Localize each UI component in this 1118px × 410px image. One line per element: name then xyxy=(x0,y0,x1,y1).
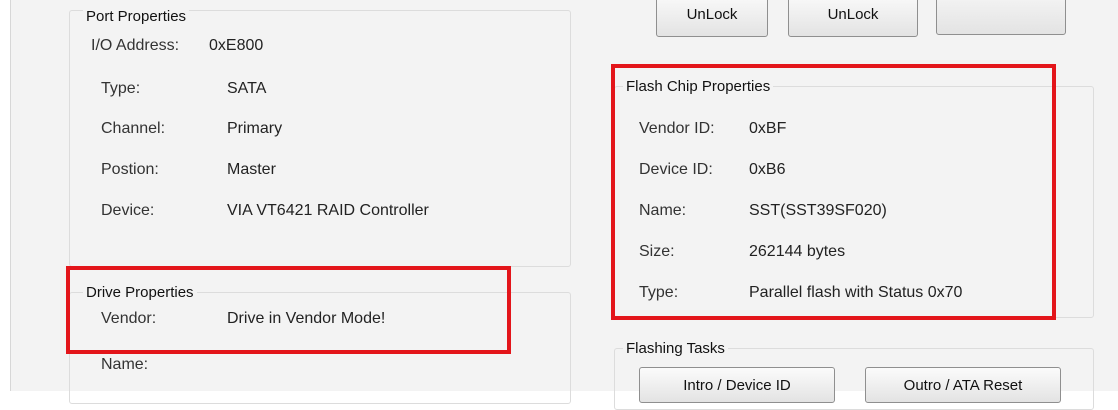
name-label: Name: xyxy=(101,356,149,373)
position-value: Master xyxy=(227,161,276,178)
flash-chip-highlight xyxy=(611,64,1056,320)
type-value: SATA xyxy=(227,80,267,97)
io-address-label: I/O Address: xyxy=(91,37,180,54)
device-label: Device: xyxy=(101,202,155,219)
port-properties-title: Port Properties xyxy=(83,8,190,25)
outro-ata-reset-button[interactable]: Outro / ATA Reset xyxy=(865,367,1061,403)
channel-label: Channel: xyxy=(101,120,166,137)
device-value: VIA VT6421 RAID Controller xyxy=(227,202,429,219)
intro-device-id-button[interactable]: Intro / Device ID xyxy=(639,367,835,403)
drive-properties-highlight xyxy=(66,266,511,354)
type-label: Type: xyxy=(101,80,141,97)
io-address-value: 0xE800 xyxy=(209,37,264,54)
flashing-tasks-title: Flashing Tasks xyxy=(623,340,728,357)
unlock-button-2[interactable]: UnLock xyxy=(788,0,918,37)
unlock-button-1[interactable]: UnLock xyxy=(656,0,768,37)
lite-on-erase-button[interactable]: Lite On Erase xyxy=(936,0,1066,35)
channel-value: Primary xyxy=(227,120,283,137)
tool-window: Port Properties I/O Address: 0xE800 Type… xyxy=(10,0,1118,410)
position-label: Postion: xyxy=(101,161,159,178)
